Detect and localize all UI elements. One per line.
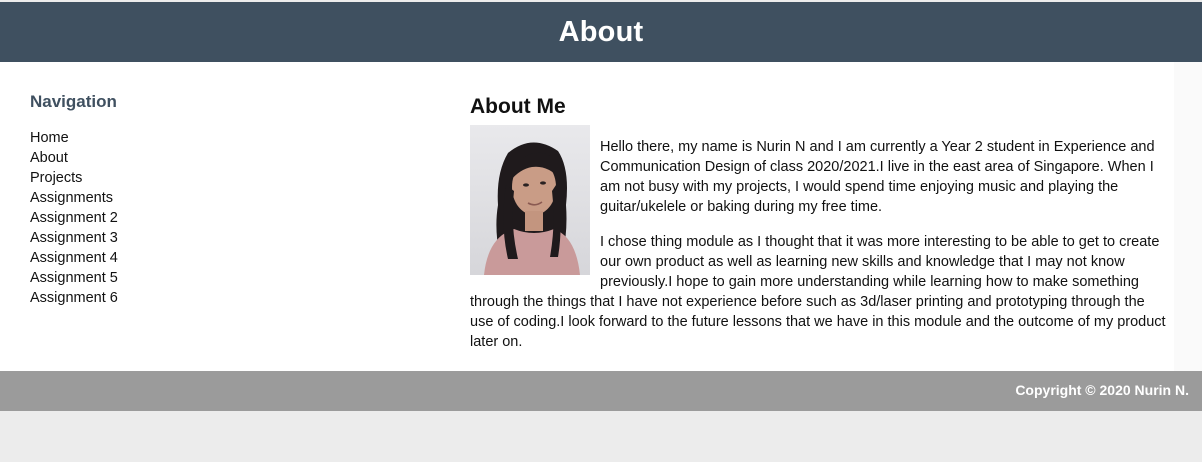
about-section: About Me Hello there, my name is Nurin N… [470, 95, 1172, 367]
nav-link-assignment-4[interactable]: Assignment 4 [30, 248, 330, 268]
page-footer: Copyright © 2020 Nurin N. [0, 371, 1202, 411]
about-heading: About Me [470, 95, 566, 118]
nav-link-about[interactable]: About [30, 148, 330, 168]
nav-link-assignment-3[interactable]: Assignment 3 [30, 228, 330, 248]
nav-link-assignments[interactable]: Assignments [30, 188, 330, 208]
nav-link-assignment-5[interactable]: Assignment 5 [30, 268, 330, 288]
page-header: About [0, 2, 1202, 62]
nav-link-projects[interactable]: Projects [30, 168, 330, 188]
page-title: About [558, 15, 644, 48]
copyright-text: Copyright © 2020 Nurin N. [1015, 382, 1189, 398]
profile-photo [470, 125, 590, 275]
navigation-list: Home About Projects Assignments Assignme… [30, 128, 330, 308]
nav-link-assignment-6[interactable]: Assignment 6 [30, 288, 330, 308]
page: About Navigation Home About Projects Ass… [0, 0, 1202, 462]
content-area: Navigation Home About Projects Assignmen… [0, 62, 1202, 371]
sidebar-navigation: Navigation Home About Projects Assignmen… [30, 92, 330, 308]
scrollbar-track[interactable] [1174, 62, 1202, 371]
nav-link-assignment-2[interactable]: Assignment 2 [30, 208, 330, 228]
nav-link-home[interactable]: Home [30, 128, 330, 148]
navigation-heading: Navigation [30, 92, 117, 111]
